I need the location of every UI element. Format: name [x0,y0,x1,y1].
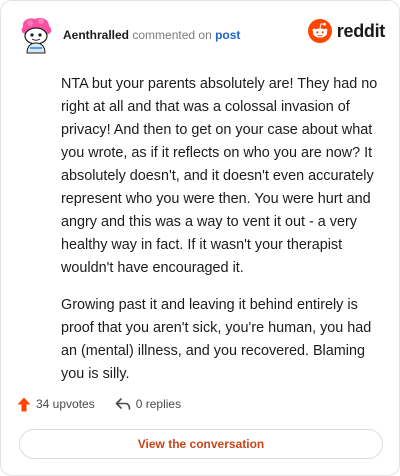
comment-body: NTA but your parents absolutely are! The… [61,73,379,400]
upvote-count: 34 upvotes [36,397,95,411]
view-conversation-button[interactable]: View the conversation [19,429,383,459]
reddit-wordmark: reddit [336,20,386,41]
comment-paragraph-1: NTA but your parents absolutely are! The… [61,76,378,276]
reply-icon [115,398,131,410]
post-link[interactable]: post [215,28,240,42]
comment-meta: Aenthralled commented on post [63,27,240,43]
upvote-stat[interactable]: 34 upvotes [17,397,95,412]
reddit-logo[interactable]: reddit [307,19,386,43]
reply-count: 0 replies [135,397,182,411]
author-name[interactable]: Aenthralled [63,28,129,42]
embedded-comment-card: Aenthralled commented on post reddit NTA… [0,0,400,476]
user-avatar[interactable] [17,15,57,55]
comment-footer: 34 upvotes 0 replies [17,395,201,413]
comment-paragraph-2: Growing past it and leaving it behind en… [61,297,372,382]
reply-stat[interactable]: 0 replies [115,397,181,411]
reddit-snoo-icon [307,19,332,43]
comment-header: Aenthralled commented on post reddit [17,15,385,55]
comment-action-text: commented on [132,28,212,42]
upvote-arrow-icon [17,397,31,411]
